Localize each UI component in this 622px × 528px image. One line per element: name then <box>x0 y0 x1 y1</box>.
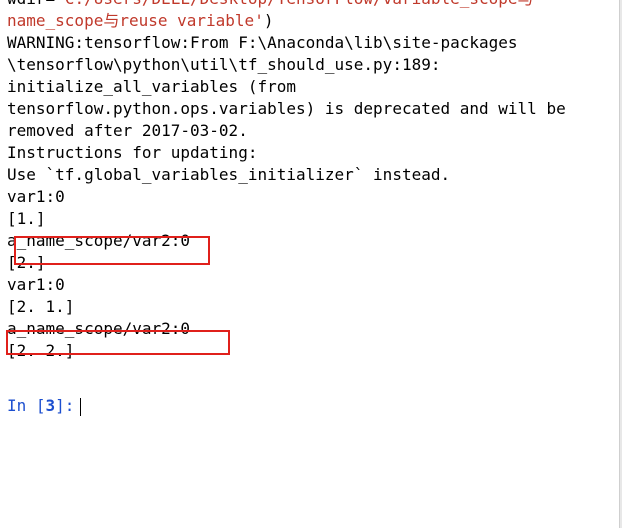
console-output: wdir='C:/Users/DELL/Desktop/TensorFlow/v… <box>7 0 617 362</box>
run-suffix: ) <box>263 11 274 30</box>
warning-line: tensorflow.python.ops.variables) is depr… <box>7 99 566 118</box>
prompt-in-label: In [ <box>7 396 46 415</box>
warning-line: Use `tf.global_variables_initializer` in… <box>7 165 451 184</box>
output-line: [1.] <box>7 209 46 228</box>
console-output-area[interactable]: wdir='C:/Users/DELL/Desktop/TensorFlow/v… <box>0 0 619 528</box>
run-prefix: wdir= <box>7 0 55 8</box>
warning-line: initialize_all_variables (from <box>7 77 296 96</box>
warning-line: Instructions for updating: <box>7 143 258 162</box>
input-prompt[interactable]: In [3]: <box>7 395 82 417</box>
highlight-box-second-var2 <box>6 330 230 355</box>
warning-line: removed after 2017-03-02. <box>7 121 248 140</box>
prompt-number: 3 <box>45 396 56 415</box>
output-line: [2. 1.] <box>7 297 75 316</box>
run-string-continued: name_scope与reuse variable' <box>7 11 264 30</box>
warning-line: WARNING:tensorflow:From F:\Anaconda\lib\… <box>7 33 518 52</box>
highlight-box-first-var2 <box>14 236 210 265</box>
run-command-line-2: name_scope与reuse variable') <box>7 10 617 32</box>
warning-line: \tensorflow\python\util\tf_should_use.py… <box>7 55 441 74</box>
prompt-close: ]: <box>55 396 75 415</box>
text-cursor <box>80 397 82 416</box>
output-line: var1:0 <box>7 187 65 206</box>
output-line: var1:0 <box>7 275 65 294</box>
run-string: 'C:/Users/DELL/Desktop/TensorFlow/variab… <box>55 0 533 8</box>
run-command-line-1: wdir='C:/Users/DELL/Desktop/TensorFlow/v… <box>7 0 617 10</box>
